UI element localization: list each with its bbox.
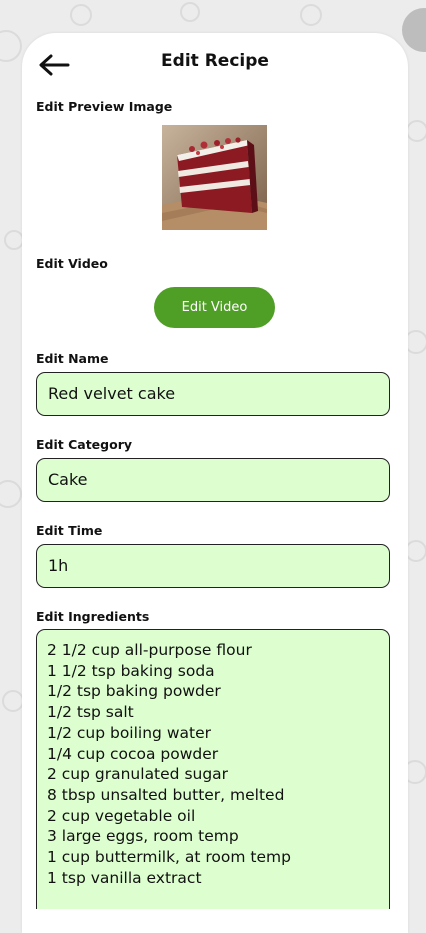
ingredient-line: 1/2 tsp baking powder: [47, 682, 221, 701]
ingredient-line: 1/4 cup cocoa powder: [47, 744, 219, 763]
time-input[interactable]: 1h: [36, 544, 390, 588]
red-velvet-cake-image: [162, 125, 267, 230]
ingredients-textarea[interactable]: 2 1/2 cup all-purpose flour 1 1/2 tsp ba…: [36, 629, 390, 909]
ingredients-label: Edit Ingredients: [36, 609, 150, 624]
doodle-icon: [0, 480, 22, 508]
video-label: Edit Video: [36, 256, 108, 271]
doodle-icon: [406, 120, 426, 142]
ingredient-line: 1/2 tsp salt: [47, 703, 134, 722]
ingredient-line: 1 1/2 tsp baking soda: [47, 661, 215, 680]
ingredient-line: 3 large eggs, room temp: [47, 827, 239, 846]
ingredient-line: 2 cup vegetable oil: [47, 806, 196, 825]
edit-video-button[interactable]: Edit Video: [154, 287, 275, 328]
time-label: Edit Time: [36, 523, 103, 538]
ingredient-line: 1/2 cup boiling water: [47, 723, 211, 742]
doodle-icon: [0, 30, 22, 62]
preview-image-label: Edit Preview Image: [36, 99, 173, 114]
header: Edit Recipe: [22, 33, 408, 93]
preview-image[interactable]: [162, 125, 267, 230]
name-input[interactable]: Red velvet cake: [36, 372, 390, 416]
ingredient-line: 1 cup buttermilk, at room temp: [47, 848, 291, 867]
category-label: Edit Category: [36, 437, 133, 452]
ingredient-line: 1 tsp vanilla extract: [47, 868, 202, 887]
name-label: Edit Name: [36, 351, 109, 366]
ingredient-line: 2 cup granulated sugar: [47, 765, 229, 784]
ingredient-line: 8 tbsp unsalted butter, melted: [47, 785, 285, 804]
doodle-icon: [4, 230, 24, 250]
edit-recipe-card: Edit Recipe Edit Preview Image Edit Vide…: [22, 33, 408, 933]
doodle-icon: [405, 540, 426, 562]
doodle-icon: [2, 690, 24, 712]
doodle-icon: [300, 4, 322, 26]
ingredient-line: 2 1/2 cup all-purpose flour: [47, 641, 252, 659]
category-input[interactable]: Cake: [36, 458, 390, 502]
doodle-icon: [70, 4, 92, 26]
doodle-icon: [180, 2, 200, 22]
page-title: Edit Recipe: [161, 51, 269, 71]
